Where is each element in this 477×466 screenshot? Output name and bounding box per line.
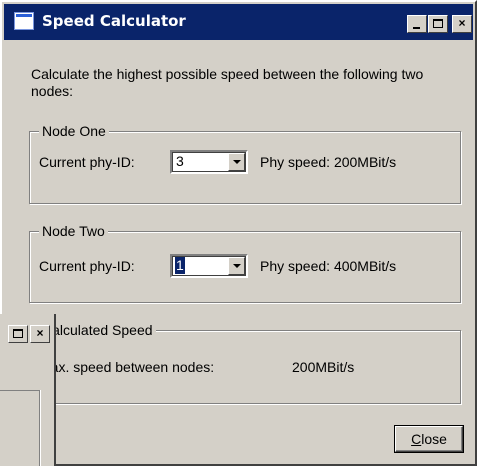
background-close-button[interactable]: × — [30, 325, 50, 343]
background-window-panel — [0, 390, 40, 466]
node-one-phy-label: Current phy-ID: — [39, 154, 135, 170]
node-one-phy-select[interactable]: 3 — [170, 150, 248, 174]
maximize-button[interactable] — [428, 15, 448, 33]
node-one-phy-value: 3 — [176, 153, 184, 169]
node-one-group: Node One Current phy-ID: 3 Phy speed: 20… — [29, 123, 461, 204]
max-speed-label: Max. speed between nodes: — [39, 359, 215, 375]
calculated-speed-group: Calculated Speed Max. speed between node… — [29, 322, 461, 404]
chevron-down-icon[interactable] — [228, 153, 245, 171]
title-bar[interactable]: Speed Calculator × — [4, 4, 473, 40]
node-two-phy-label: Current phy-ID: — [39, 258, 135, 274]
node-two-group-label: Node Two — [39, 223, 108, 240]
node-two-group: Node Two Current phy-ID: 1 Phy speed: 40… — [29, 223, 461, 303]
close-button-label: lose — [421, 431, 447, 447]
background-window-fragment[interactable]: × — [0, 314, 56, 466]
calculated-speed-group-label: Calculated Speed — [39, 322, 156, 339]
chevron-down-icon[interactable] — [228, 257, 245, 275]
description-text: Calculate the highest possible speed bet… — [31, 66, 424, 99]
node-two-phy-value: 1 — [175, 257, 185, 274]
max-speed-value: 200MBit/s — [292, 359, 355, 375]
node-two-phy-select[interactable]: 1 — [170, 254, 248, 278]
node-one-speed-text: Phy speed: 200MBit/s — [260, 154, 397, 170]
node-one-group-label: Node One — [39, 123, 109, 140]
close-button[interactable]: Close — [395, 426, 463, 452]
close-window-button[interactable]: × — [452, 15, 472, 33]
minimize-button[interactable] — [407, 15, 427, 33]
window-title: Speed Calculator — [42, 12, 186, 30]
window-app-icon — [14, 12, 34, 30]
background-window-title-bar[interactable]: × — [0, 314, 54, 350]
speed-calculator-window: Speed Calculator × Calculate the highest… — [0, 0, 477, 466]
background-maximize-button[interactable] — [8, 325, 28, 343]
close-button-mnemonic: C — [411, 431, 422, 447]
node-two-speed-text: Phy speed: 400MBit/s — [260, 258, 397, 274]
